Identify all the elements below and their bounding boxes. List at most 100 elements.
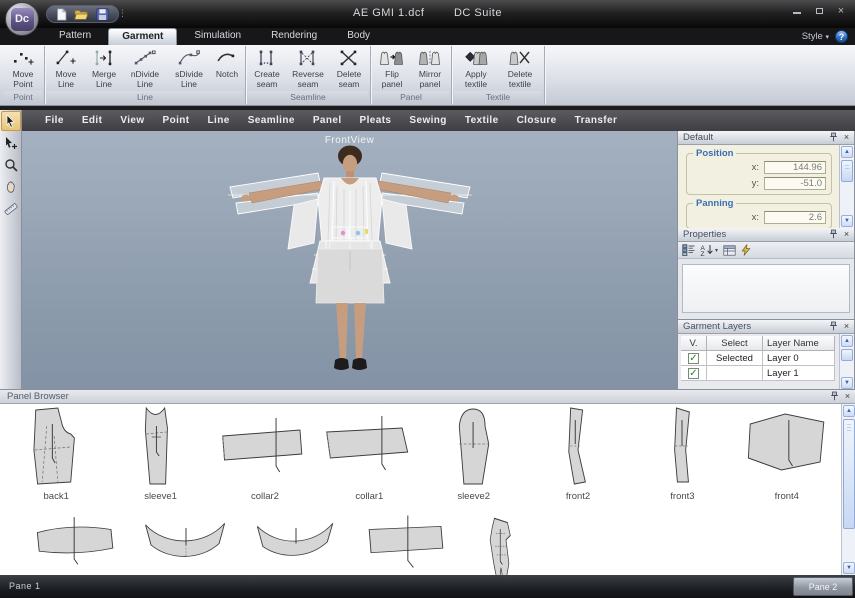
panel-thumbnail-row2-3[interactable]	[250, 514, 342, 575]
menu-item-sewing[interactable]: Sewing	[400, 115, 455, 126]
menu-item-textile[interactable]: Textile	[456, 115, 508, 126]
column-header-select[interactable]: Select	[707, 336, 763, 351]
ribbon-button-delete-seam[interactable]: Delete seam	[330, 46, 368, 91]
pane-switch-button[interactable]: Pane 2	[793, 577, 853, 596]
close-button[interactable]: ×	[832, 5, 850, 19]
tab-simulation[interactable]: Simulation	[181, 28, 254, 45]
tab-garment[interactable]: Garment	[108, 28, 177, 45]
restore-button[interactable]	[810, 5, 828, 19]
ribbon-button-reverse-seam[interactable]: Reverse seam	[286, 46, 330, 91]
scroll-down-icon[interactable]: ▼	[841, 377, 853, 389]
tab-pattern[interactable]: Pattern	[46, 28, 104, 45]
panel-thumbnail-front4[interactable]: front4	[741, 406, 833, 502]
menu-item-file[interactable]: File	[36, 115, 73, 126]
close-icon[interactable]: ×	[841, 321, 852, 332]
column-header-layer-name[interactable]: Layer Name	[763, 336, 835, 351]
layer-name-cell: Layer 0	[763, 351, 835, 366]
move-tool[interactable]	[1, 133, 21, 153]
properties-content[interactable]	[682, 264, 850, 313]
ribbon-button-delete-textile[interactable]: Delete textile	[498, 46, 542, 91]
panel-thumbnail-collar1[interactable]: collar1	[323, 406, 415, 502]
layer-row[interactable]: ✓SelectedLayer 0	[681, 351, 835, 366]
panel-thumbnail-row2-4[interactable]	[360, 514, 452, 575]
scroll-up-icon[interactable]: ▲	[841, 146, 853, 158]
menu-item-point[interactable]: Point	[154, 115, 199, 126]
close-icon[interactable]: ×	[842, 391, 853, 402]
pan-tool[interactable]	[1, 177, 21, 197]
ribbon-button-apply-textile[interactable]: Apply textile	[454, 46, 498, 91]
scroll-up-icon[interactable]: ▲	[843, 405, 855, 417]
menu-item-edit[interactable]: Edit	[73, 115, 112, 126]
close-icon[interactable]: ×	[841, 132, 852, 143]
panel-thumbnail-collar2[interactable]: collar2	[219, 406, 311, 502]
measure-tool[interactable]	[1, 199, 21, 219]
scroll-thumb[interactable]: ───	[843, 419, 855, 529]
field-row: y:-51.0	[692, 177, 826, 190]
tab-body[interactable]: Body	[334, 28, 383, 45]
piece-drawing	[636, 406, 728, 491]
categorized-icon[interactable]	[682, 244, 695, 256]
menu-item-panel[interactable]: Panel	[304, 115, 351, 126]
panel-thumbnail-row2-1[interactable]	[30, 514, 122, 575]
style-menu[interactable]: Style ▾	[802, 31, 829, 42]
ribbon-button-mirror-panel[interactable]: Mirror panel	[411, 46, 449, 91]
panel-thumbnail-front2[interactable]: front2	[532, 406, 624, 502]
scroll-thumb[interactable]	[841, 349, 853, 361]
ribbon-group-caption: Seamline	[248, 91, 368, 103]
ribbon-button-move-line[interactable]: Move Line	[47, 46, 85, 91]
scroll-up-icon[interactable]: ▲	[841, 335, 853, 347]
tab-rendering[interactable]: Rendering	[258, 28, 330, 45]
ribbon: Move PointPointMove LineMerge LinenDivid…	[0, 45, 855, 106]
menu-item-closure[interactable]: Closure	[508, 115, 566, 126]
layer-row[interactable]: ✓Layer 1	[681, 366, 835, 381]
ribbon-tab-row: PatternGarmentSimulationRenderingBody St…	[0, 28, 855, 45]
events-icon[interactable]	[741, 244, 751, 256]
prop-pages-icon[interactable]	[723, 244, 736, 256]
browser-scrollbar[interactable]: ▲ ─── ▼	[841, 404, 855, 575]
minimize-button[interactable]	[788, 5, 806, 19]
menu-item-view[interactable]: View	[111, 115, 153, 126]
ribbon-button-notch[interactable]: Notch	[211, 46, 243, 91]
help-button[interactable]: ?	[835, 30, 848, 43]
field-value-input[interactable]: 2.6	[764, 211, 826, 224]
default-panel-titlebar: Default ×	[678, 131, 854, 145]
sort-az-icon[interactable]: AZ▾	[700, 244, 718, 256]
viewport-3d[interactable]: FrontView	[22, 131, 677, 389]
panel-thumbnail-row2-5[interactable]	[470, 514, 542, 575]
ribbon-button-move-point[interactable]: Move Point	[4, 46, 42, 91]
pin-icon[interactable]	[828, 132, 839, 143]
properties-toolbar: AZ▾	[678, 242, 854, 259]
menu-item-transfer[interactable]: Transfer	[566, 115, 627, 126]
pin-icon[interactable]	[829, 391, 840, 402]
scroll-down-icon[interactable]: ▼	[841, 215, 853, 227]
ribbon-button-create-seam[interactable]: Create seam	[248, 46, 286, 91]
ribbon-button-ndivide-line[interactable]: nDivide Line	[123, 46, 167, 91]
pin-icon[interactable]	[828, 321, 839, 332]
ribbon-button-sdivide-line[interactable]: sDivide Line	[167, 46, 211, 91]
menu-item-line[interactable]: Line	[199, 115, 239, 126]
select-tool[interactable]	[1, 111, 21, 131]
panel-thumbnail-sleeve2[interactable]: sleeve2	[428, 406, 520, 502]
column-header-v-[interactable]: V.	[681, 336, 707, 351]
field-row: x:2.6	[692, 211, 826, 224]
piece-label: front3	[636, 491, 728, 502]
scroll-thumb[interactable]: ──	[841, 160, 853, 182]
ribbon-button-merge-line[interactable]: Merge Line	[85, 46, 123, 91]
field-value-input[interactable]: 144.96	[764, 161, 826, 174]
application-menu-button[interactable]: Dc	[5, 2, 39, 36]
ribbon-button-flip-panel[interactable]: Flip panel	[373, 46, 411, 91]
default-panel-scrollbar[interactable]: ▲ ── ▼	[839, 145, 854, 228]
panel-thumbnail-back1[interactable]: back1	[10, 406, 102, 502]
visibility-checkbox[interactable]: ✓	[688, 368, 699, 379]
field-value-input[interactable]: -51.0	[764, 177, 826, 190]
zoom-tool[interactable]	[1, 155, 21, 175]
close-icon[interactable]: ×	[841, 229, 852, 240]
menu-item-pleats[interactable]: Pleats	[351, 115, 401, 126]
pin-icon[interactable]	[828, 229, 839, 240]
panel-thumbnail-sleeve1[interactable]: sleeve1	[115, 406, 207, 502]
panel-thumbnail-row2-2[interactable]	[140, 514, 232, 575]
visibility-checkbox[interactable]: ✓	[688, 353, 699, 364]
menu-item-seamline[interactable]: Seamline	[239, 115, 304, 126]
scroll-down-icon[interactable]: ▼	[843, 562, 855, 574]
panel-thumbnail-front3[interactable]: front3	[636, 406, 728, 502]
